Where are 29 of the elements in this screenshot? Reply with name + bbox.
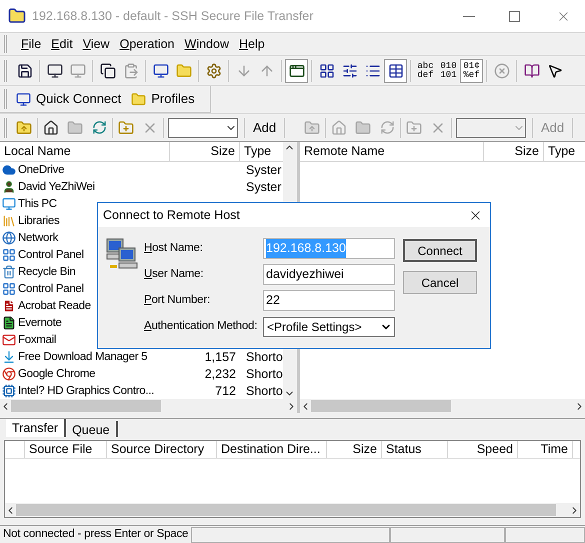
file-name: Google Chrome (18, 366, 96, 382)
status-text: Not connected - press Enter or Space (2, 526, 190, 542)
file-type: Syster (246, 162, 282, 177)
file-name: This PC (18, 196, 57, 212)
file-name: OneDrive (18, 162, 64, 178)
file-name: Control Panel (18, 248, 84, 263)
file-name: Evernote (18, 316, 62, 331)
file-name: Intel? HD Graphics Contro... (18, 384, 154, 399)
file-type: Syster (246, 180, 282, 194)
file-size: 712 (215, 382, 236, 400)
file-size: 1,157 (204, 348, 236, 366)
file-name: Free Download Manager 5 (18, 350, 148, 365)
file-type: Shorto (246, 350, 283, 364)
file-type: Shorto (246, 384, 283, 398)
file-name: David YeZhiWei (18, 180, 95, 195)
file-name: Foxmail (18, 332, 56, 348)
field-label: Authentication Method: (144, 318, 258, 334)
window-title: 192.168.8.130 - default - SSH Secure File Transfer (32, 8, 314, 25)
field-label: Host Name: (144, 240, 204, 256)
file-size: 2,232 (204, 366, 236, 383)
file-name: Acrobat Reade (18, 298, 91, 314)
field-label: User Name: (144, 266, 204, 282)
file-name: Libraries (18, 214, 60, 229)
file-name: Recycle Bin (18, 264, 76, 280)
file-type: Shorto (246, 366, 283, 381)
dialog-title: Connect to Remote Host (103, 206, 240, 224)
field-label: Port Number: (144, 292, 211, 308)
file-name: Network (18, 230, 58, 246)
file-name: Control Panel (18, 282, 84, 297)
